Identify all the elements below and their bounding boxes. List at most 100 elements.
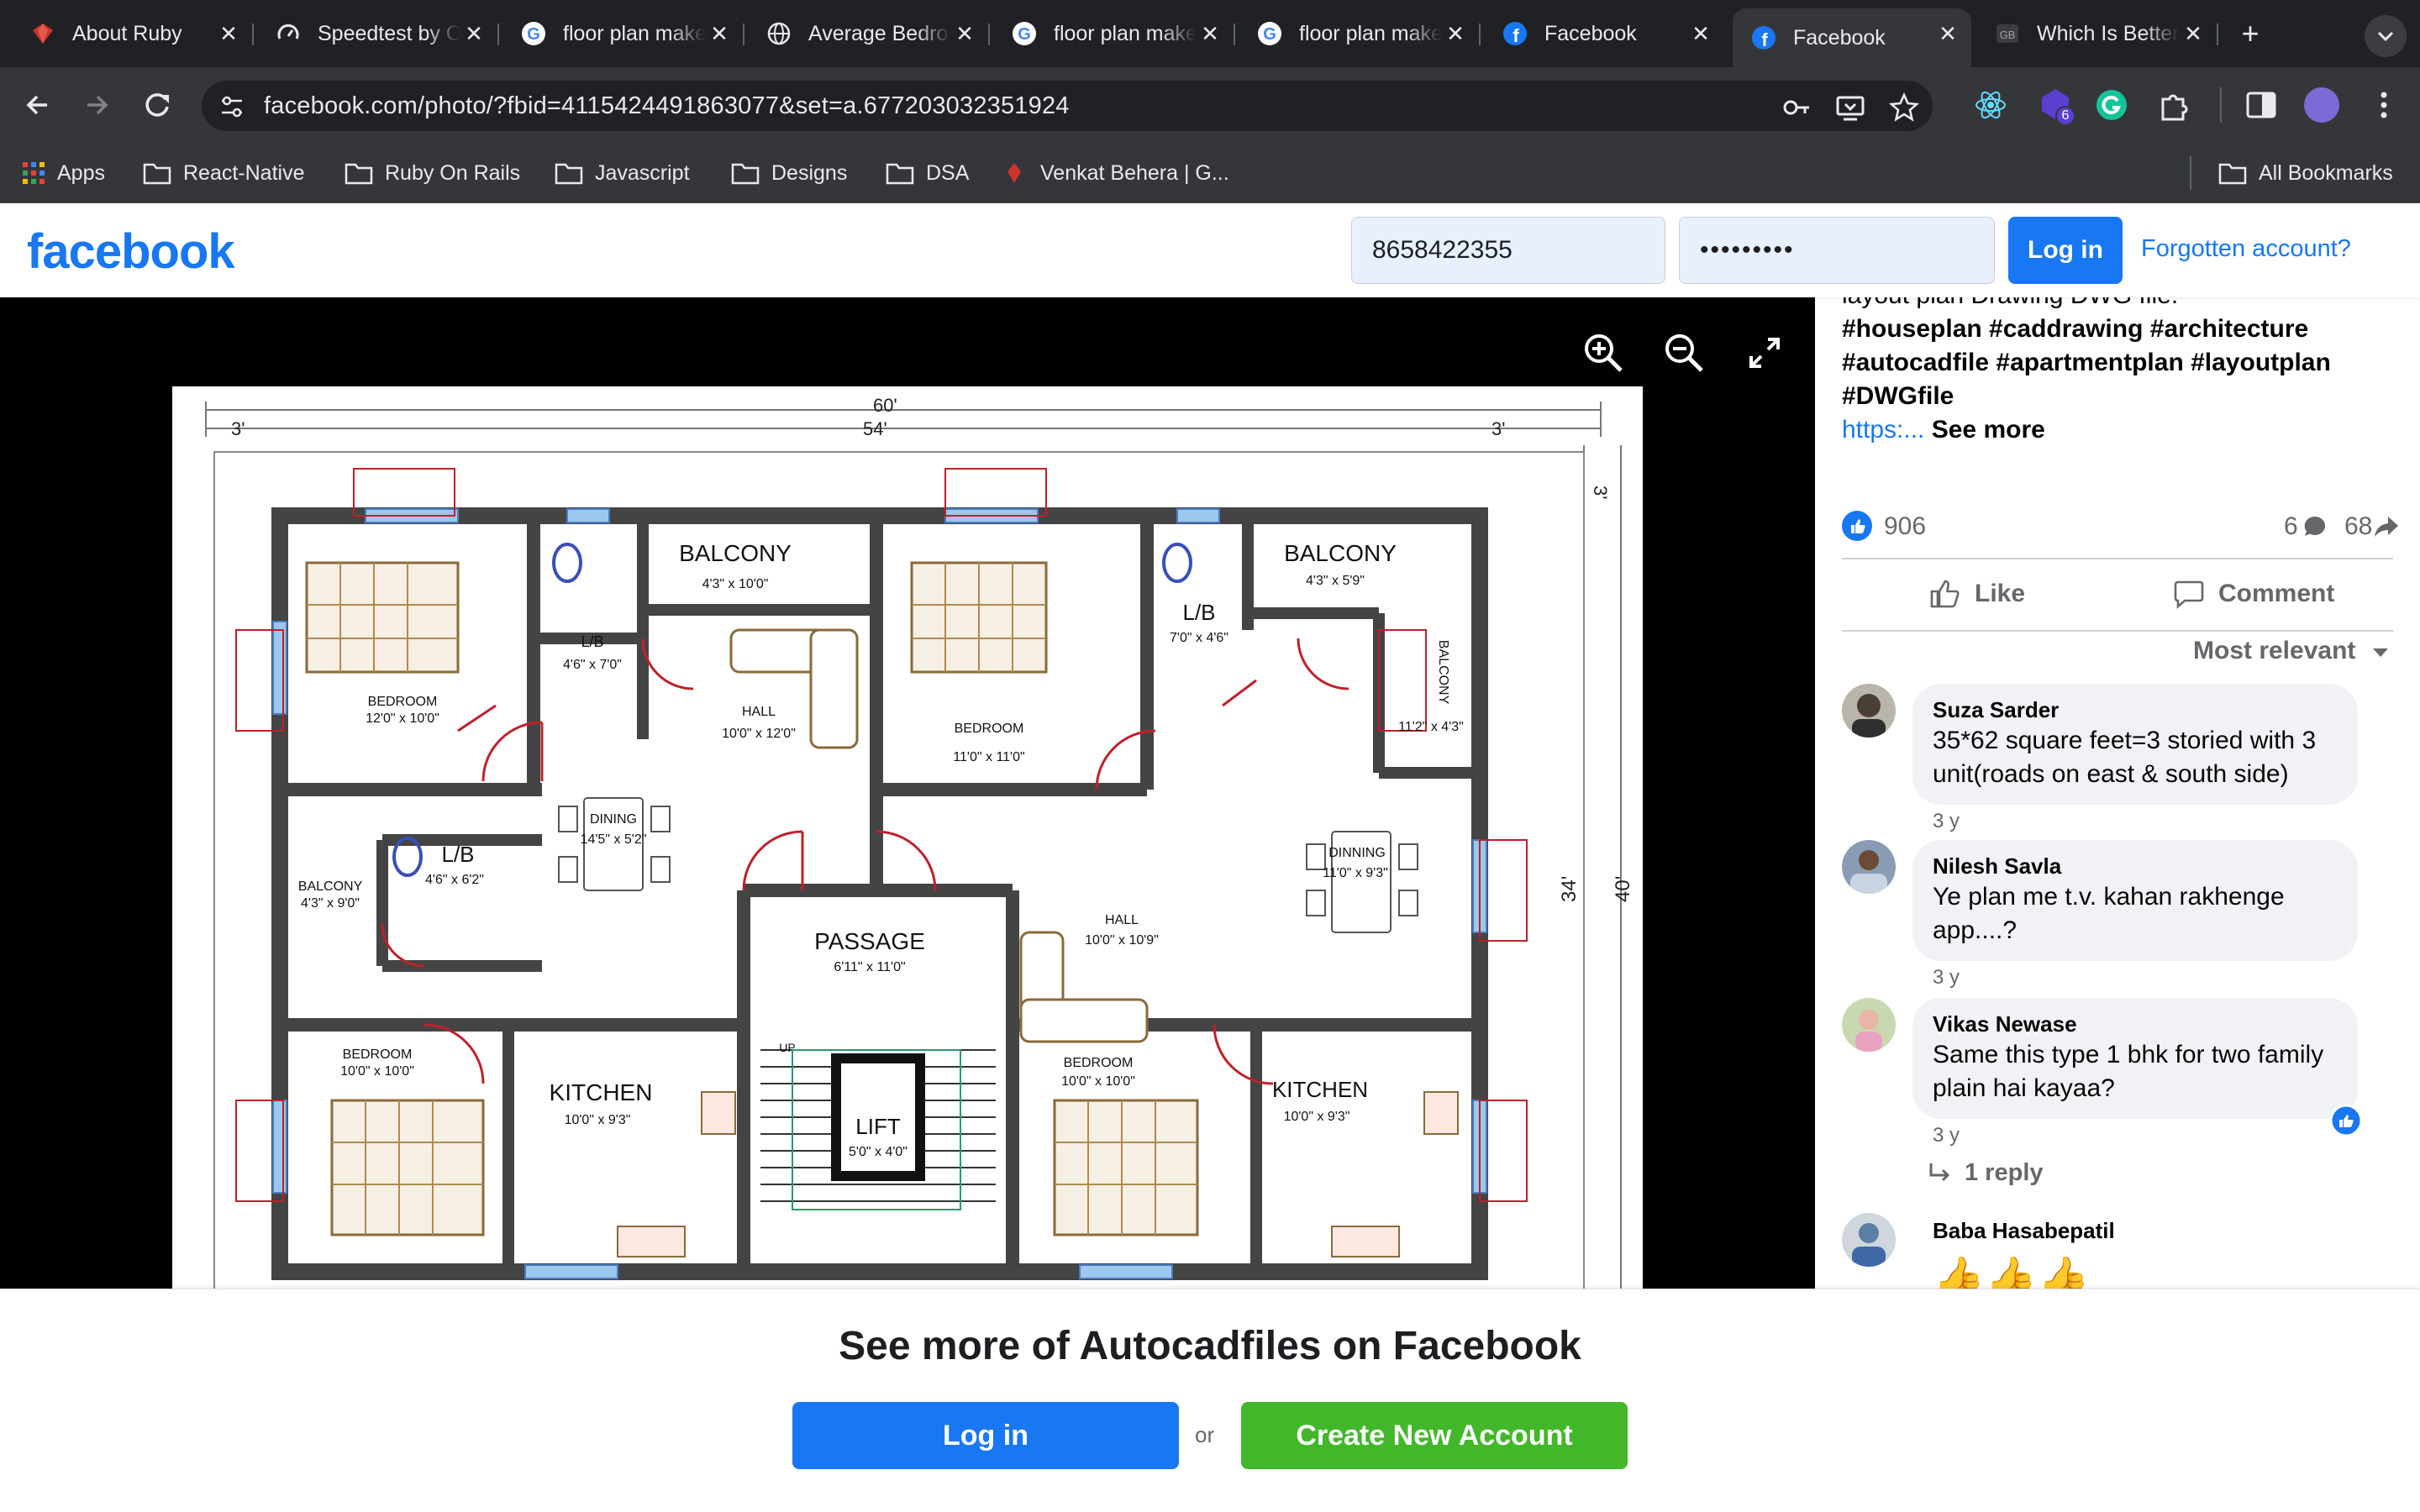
bookmark-label: React-Native	[183, 160, 305, 185]
site-info-icon[interactable]	[217, 92, 247, 122]
tab-close-icon[interactable]: ✕	[1197, 20, 1223, 47]
create-account-button[interactable]: Create New Account	[1241, 1402, 1628, 1469]
new-tab-button[interactable]: +	[2232, 15, 2269, 52]
svg-text:BEDROOM: BEDROOM	[368, 695, 438, 709]
banner-login-button[interactable]: Log in	[792, 1402, 1179, 1469]
apps-grid-icon	[23, 162, 45, 184]
tab-close-icon[interactable]: ✕	[1934, 20, 1961, 47]
password-input[interactable]: •••••••••	[1679, 217, 1995, 284]
avatar[interactable]	[1842, 998, 1896, 1052]
tab-search-button[interactable]	[2365, 15, 2407, 57]
svg-text:LIFT: LIFT	[855, 1114, 901, 1139]
facebook-icon: f	[1751, 25, 1776, 50]
comment-item: Baba Hasabepatil 👍👍👍	[1842, 1213, 2388, 1289]
post-description: layout plan Drawing DWG file. #houseplan…	[1842, 297, 2380, 447]
tab-google-1[interactable]: G floor plan maker ✕	[502, 8, 744, 59]
tab-facebook-1[interactable]: f Facebook ✕	[1484, 8, 1724, 59]
bookmark-ruby-on-rails[interactable]: Ruby On Rails	[345, 156, 520, 190]
tab-speedtest[interactable]: Speedtest by Ookla ✕	[257, 8, 499, 59]
svg-text:DINING: DINING	[590, 812, 637, 827]
avatar[interactable]	[1842, 1213, 1896, 1267]
share-arrow-icon	[2375, 517, 2398, 537]
tab-google-3[interactable]: G floor plan maker ✕	[1239, 8, 1481, 59]
fullscreen-icon[interactable]	[1743, 331, 1786, 375]
header-login-button[interactable]: Log in	[2008, 217, 2123, 284]
commenter-name[interactable]: Nilesh Savla	[1933, 852, 2338, 880]
bookmark-label: All Bookmarks	[2259, 160, 2393, 185]
comment-button[interactable]: Comment	[2173, 564, 2334, 623]
comment-time[interactable]: 3 y	[1933, 966, 1960, 990]
tab-google-2[interactable]: G floor plan maker ✕	[993, 8, 1235, 59]
bookmark-apps[interactable]: Apps	[22, 156, 105, 190]
comment-text: 35*62 square feet=3 storied with 3 unit(…	[1933, 727, 2317, 788]
zoom-out-icon[interactable]	[1662, 331, 1706, 375]
svg-text:UP: UP	[779, 1041, 795, 1054]
install-app-icon[interactable]	[1835, 92, 1865, 123]
bookmark-javascript[interactable]: Javascript	[555, 156, 690, 190]
avatar[interactable]	[1842, 684, 1896, 738]
facebook-logo[interactable]: facebook	[27, 223, 235, 280]
divider	[1842, 558, 2393, 559]
tab-about-ruby[interactable]: About Ruby ✕	[12, 8, 254, 59]
shares-count[interactable]: 68	[2344, 512, 2372, 541]
facebook-header: facebook 8658422355 ••••••••• Log in For…	[0, 203, 2420, 297]
hashtags[interactable]: #houseplan #caddrawing #architecture #au…	[1842, 315, 2331, 410]
kebab-menu-icon[interactable]	[2366, 87, 2402, 123]
bookmark-dsa[interactable]: DSA	[886, 156, 969, 190]
phone-email-input[interactable]: 8658422355	[1351, 217, 1665, 284]
tab-close-icon[interactable]: ✕	[215, 20, 242, 47]
commenter-name[interactable]: Vikas Newase	[1933, 1010, 2338, 1038]
google-icon: G	[521, 21, 546, 46]
bookmark-all-bookmarks[interactable]: All Bookmarks	[2218, 156, 2393, 190]
url-text: facebook.com/photo/?fbid=411542449186307…	[264, 92, 1070, 119]
svg-text:f: f	[1761, 29, 1768, 50]
svg-text:14'5" x 5'2": 14'5" x 5'2"	[581, 832, 647, 847]
like-button[interactable]: Like	[1929, 564, 2025, 623]
tab-close-icon[interactable]: ✕	[951, 20, 978, 47]
address-bar[interactable]: facebook.com/photo/?fbid=411542449186307…	[202, 81, 1933, 131]
tab-title: Facebook	[1544, 21, 1637, 45]
bookmark-react-native[interactable]: React-Native	[143, 156, 305, 190]
post-link[interactable]: https:...	[1842, 416, 1924, 444]
svg-text:10'0" x 12'0": 10'0" x 12'0"	[722, 727, 796, 741]
extensions-icon[interactable]	[2156, 87, 2191, 123]
avatar[interactable]	[1842, 840, 1896, 894]
comment-time[interactable]: 3 y	[1933, 810, 1960, 833]
dim-54: 54'	[863, 418, 887, 439]
see-more-link[interactable]: See more	[1932, 416, 2045, 444]
bookmark-venkat-behera[interactable]: Venkat Behera | G...	[1000, 156, 1229, 190]
bookmark-designs[interactable]: Designs	[731, 156, 847, 190]
tab-which-is-better[interactable]: GB Which Is Better ✕	[1976, 8, 2218, 59]
password-key-icon[interactable]	[1781, 92, 1812, 123]
comment-time[interactable]: 3 y	[1933, 1124, 1960, 1147]
grammarly-icon[interactable]	[2094, 87, 2129, 123]
tab-title: About Ruby	[72, 21, 182, 45]
react-devtools-icon[interactable]	[1973, 87, 2008, 123]
reaction-count[interactable]: 906	[1884, 512, 1926, 541]
tab-title: floor plan maker	[1299, 21, 1442, 45]
tab-facebook-active[interactable]: f Facebook ✕	[1733, 8, 1971, 67]
reload-icon[interactable]	[138, 86, 176, 124]
sort-comments-dropdown[interactable]: Most relevant	[2193, 637, 2390, 665]
tab-close-icon[interactable]: ✕	[2180, 20, 2207, 47]
back-icon[interactable]	[18, 86, 57, 124]
view-replies-link[interactable]: 1 reply	[1928, 1159, 2044, 1187]
side-panel-icon[interactable]	[2244, 87, 2279, 123]
bookmark-star-icon[interactable]	[1889, 92, 1919, 123]
forgotten-account-link[interactable]: Forgotten account?	[2141, 235, 2351, 263]
tab-close-icon[interactable]: ✕	[1442, 20, 1469, 47]
tab-close-icon[interactable]: ✕	[460, 20, 487, 47]
comment-text: Ye plan me t.v. kahan rakhenge app....?	[1933, 883, 2285, 944]
extension-with-badge[interactable]: 6	[2037, 86, 2079, 128]
tab-close-icon[interactable]: ✕	[706, 20, 733, 47]
site-icon: GB	[1995, 21, 2020, 46]
commenter-name[interactable]: Baba Hasabepatil	[1933, 1216, 2115, 1245]
forward-icon[interactable]	[77, 86, 116, 124]
tab-average-bedroom[interactable]: Average Bedroom ✕	[748, 8, 990, 59]
tab-close-icon[interactable]: ✕	[1687, 20, 1714, 47]
comments-count[interactable]: 6	[2284, 512, 2298, 541]
zoom-in-icon[interactable]	[1581, 331, 1625, 375]
login-prompt-banner: See more of Autocadfiles on Facebook Log…	[0, 1289, 2420, 1512]
profile-avatar[interactable]	[2304, 87, 2339, 123]
commenter-name[interactable]: Suza Sarder	[1933, 696, 2338, 724]
